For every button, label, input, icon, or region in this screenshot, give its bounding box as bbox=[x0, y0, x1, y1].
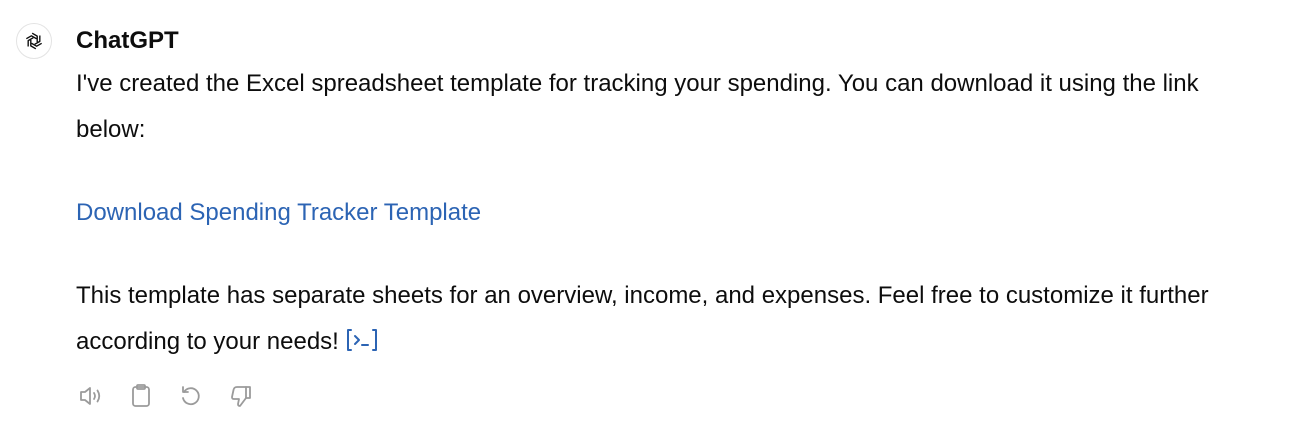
regenerate-button[interactable] bbox=[176, 381, 206, 411]
assistant-message: ChatGPT I've created the Excel spreadshe… bbox=[0, 0, 1292, 430]
openai-logo-icon bbox=[25, 32, 43, 50]
view-analysis-icon[interactable] bbox=[345, 327, 379, 353]
message-paragraph-text: This template has separate sheets for an… bbox=[76, 282, 1209, 355]
clipboard-icon bbox=[132, 384, 150, 407]
avatar bbox=[16, 23, 52, 59]
bad-response-button[interactable] bbox=[226, 381, 256, 411]
speaker-icon bbox=[80, 387, 101, 405]
download-link-container: Download Spending Tracker Template bbox=[76, 190, 481, 236]
message-actions bbox=[76, 381, 256, 411]
regenerate-icon bbox=[182, 386, 200, 406]
sender-name: ChatGPT bbox=[76, 27, 179, 54]
copy-button[interactable] bbox=[126, 381, 156, 411]
message-paragraph-2: This template has separate sheets for an… bbox=[76, 273, 1266, 365]
download-link[interactable]: Download Spending Tracker Template bbox=[76, 199, 481, 226]
thumbs-down-icon bbox=[231, 386, 251, 407]
message-paragraph: I've created the Excel spreadsheet templ… bbox=[76, 70, 1199, 143]
read-aloud-button[interactable] bbox=[76, 381, 106, 411]
